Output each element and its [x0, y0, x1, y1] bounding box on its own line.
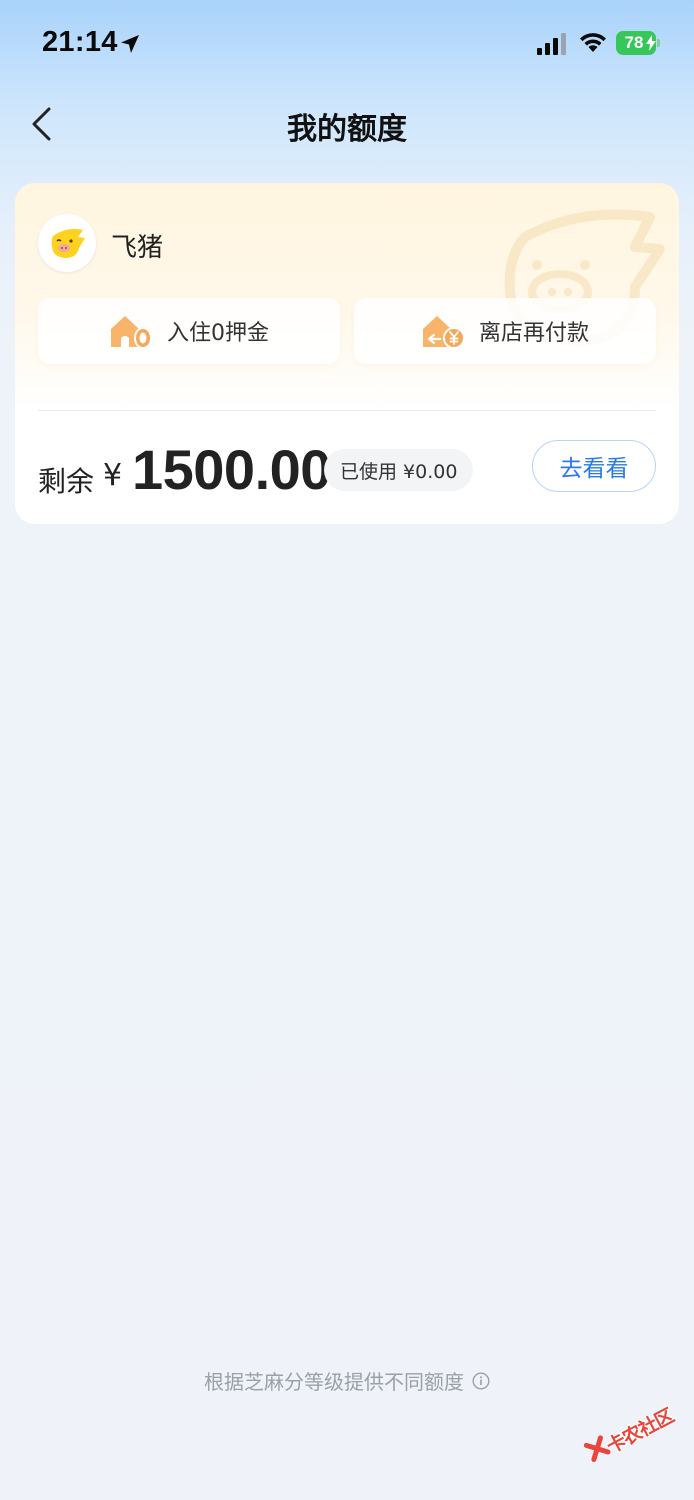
remaining-amount: 1500.00 — [132, 438, 331, 501]
page: 21:14 78 我的额度 飞猪 入住0押金 离店再付款 剩余 ¥ 1500.0… — [0, 0, 694, 1500]
wifi-icon — [580, 33, 606, 52]
fliggy-logo-icon — [51, 228, 85, 258]
house-yuan-icon — [422, 316, 465, 349]
footer-note: 根据芝麻分等级提供不同额度 — [0, 1366, 694, 1395]
status-time: 21:14 — [42, 26, 118, 58]
location-arrow-icon — [121, 35, 139, 53]
feature-pay-later: 离店再付款 — [354, 298, 656, 364]
brand-name: 飞猪 — [111, 233, 164, 263]
page-title: 我的额度 — [287, 112, 407, 147]
remaining-label: 剩余 — [38, 465, 95, 498]
watermark-text: 卡农社区 — [603, 1404, 678, 1459]
footer-note-text: 根据芝麻分等级提供不同额度 — [204, 1370, 464, 1394]
credit-card: 飞猪 入住0押金 离店再付款 剩余 ¥ 1500.00 已使用 ¥0.00 去看 — [15, 183, 679, 524]
community-watermark: 卡农社区 — [575, 1384, 694, 1500]
cellular-signal-icon — [537, 33, 566, 55]
status-bar: 21:14 78 — [0, 0, 694, 88]
house-zero-icon — [111, 316, 152, 349]
nav-bar: 我的额度 — [0, 88, 694, 162]
battery-level: 78 — [624, 33, 644, 52]
used-amount-badge: 已使用 ¥0.00 — [324, 449, 474, 491]
info-circle-icon[interactable] — [472, 1371, 490, 1390]
bolt-icon — [646, 35, 656, 51]
battery-cap — [657, 39, 660, 47]
currency-symbol: ¥ — [103, 458, 123, 493]
feature-label: 入住0押金 — [167, 321, 269, 346]
battery-charging-icon: 78 — [616, 31, 660, 55]
card-divider — [38, 410, 656, 411]
feature-label: 离店再付款 — [478, 321, 589, 346]
brand-logo — [38, 214, 96, 272]
go-see-button[interactable]: 去看看 — [532, 440, 656, 492]
feature-zero-deposit: 入住0押金 — [38, 298, 340, 364]
